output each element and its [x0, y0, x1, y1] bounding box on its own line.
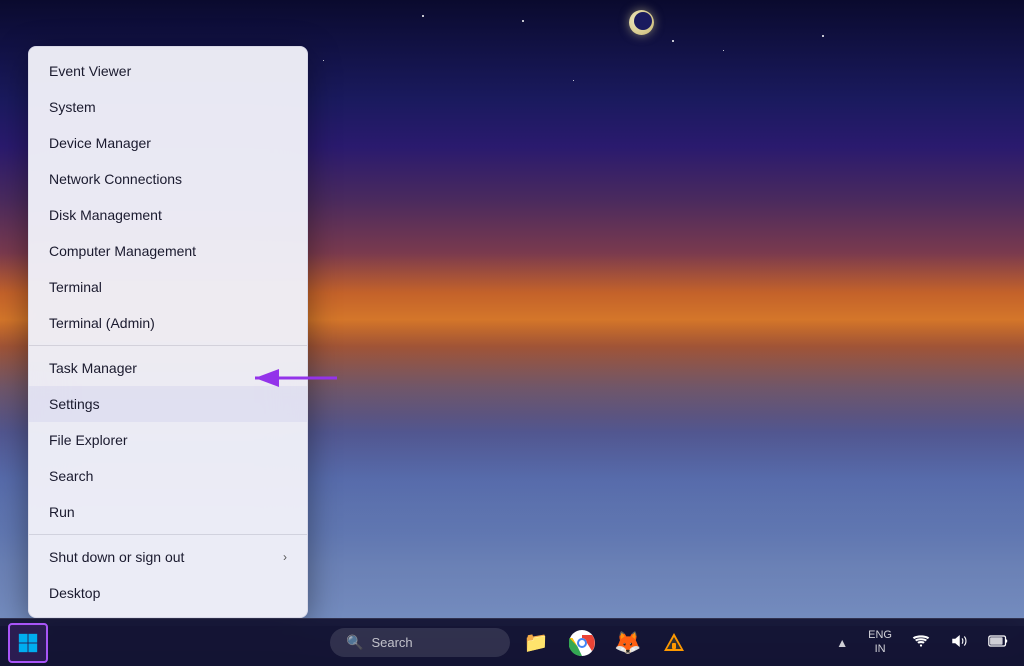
tray-volume[interactable] — [942, 628, 976, 657]
taskbar-search-bar[interactable]: 🔍 Search — [330, 628, 510, 657]
menu-item-terminal-admin[interactable]: Terminal (Admin) — [29, 305, 307, 341]
star — [422, 15, 424, 17]
star — [723, 50, 724, 51]
star — [573, 80, 574, 81]
menu-item-search[interactable]: Search — [29, 458, 307, 494]
tray-chevron[interactable]: ▲ — [828, 632, 856, 654]
language-label: ENGIN — [868, 629, 892, 655]
volume-icon — [950, 632, 968, 653]
menu-item-settings[interactable]: Settings — [29, 386, 307, 422]
moon — [629, 10, 654, 35]
taskbar-app-chrome[interactable] — [562, 623, 602, 663]
wifi-icon — [912, 632, 930, 653]
vlc-icon — [662, 631, 686, 655]
taskbar-app-vlc[interactable] — [654, 623, 694, 663]
menu-item-task-manager[interactable]: Task Manager — [29, 350, 307, 386]
firefox-icon: 🦊 — [614, 630, 641, 656]
context-menu: Event Viewer System Device Manager Netwo… — [28, 46, 308, 618]
submenu-arrow-icon: › — [283, 550, 287, 564]
taskbar-app-firefox[interactable]: 🦊 — [608, 623, 648, 663]
menu-item-device-manager[interactable]: Device Manager — [29, 125, 307, 161]
tray-battery[interactable] — [980, 628, 1016, 657]
star — [522, 20, 524, 22]
menu-divider-1 — [29, 345, 307, 346]
menu-divider-2 — [29, 534, 307, 535]
taskbar-app-file-explorer[interactable]: 📁 — [516, 623, 556, 663]
menu-item-disk-management[interactable]: Disk Management — [29, 197, 307, 233]
tray-wifi[interactable] — [904, 628, 938, 657]
menu-item-file-explorer[interactable]: File Explorer — [29, 422, 307, 458]
star — [822, 35, 824, 37]
menu-item-network-connections[interactable]: Network Connections — [29, 161, 307, 197]
star — [672, 40, 674, 42]
taskbar-left — [8, 623, 48, 663]
menu-item-computer-management[interactable]: Computer Management — [29, 233, 307, 269]
tray-language[interactable]: ENGIN — [860, 625, 900, 659]
star — [323, 60, 324, 61]
menu-item-run[interactable]: Run — [29, 494, 307, 530]
taskbar-center: 🔍 Search 📁 🦊 — [330, 623, 694, 663]
battery-icon — [988, 632, 1008, 653]
taskbar-tray: ▲ ENGIN — [828, 625, 1016, 659]
menu-item-system[interactable]: System — [29, 89, 307, 125]
chevron-up-icon: ▲ — [836, 636, 848, 650]
taskbar: 🔍 Search 📁 🦊 — [0, 618, 1024, 666]
menu-item-terminal[interactable]: Terminal — [29, 269, 307, 305]
search-icon: 🔍 — [346, 634, 363, 651]
menu-item-desktop[interactable]: Desktop — [29, 575, 307, 611]
menu-item-event-viewer[interactable]: Event Viewer — [29, 53, 307, 89]
file-explorer-icon: 📁 — [524, 630, 549, 655]
windows-logo-icon — [17, 632, 39, 654]
desktop: Event Viewer System Device Manager Netwo… — [0, 0, 1024, 666]
menu-item-shut-down[interactable]: Shut down or sign out › — [29, 539, 307, 575]
start-button[interactable] — [8, 623, 48, 663]
chrome-icon — [569, 630, 595, 656]
search-label: Search — [371, 635, 412, 650]
